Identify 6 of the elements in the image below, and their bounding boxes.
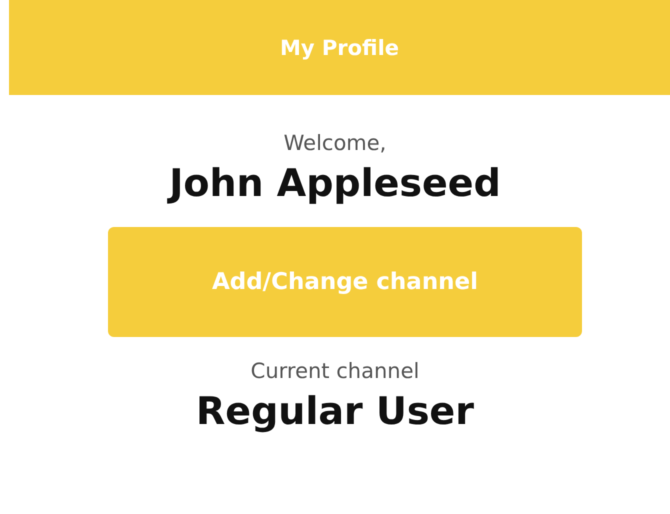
welcome-text: Welcome, bbox=[284, 131, 386, 155]
header-title: My Profile bbox=[280, 36, 400, 60]
user-name: John Appleseed bbox=[169, 161, 501, 205]
channel-name: Regular User bbox=[196, 389, 474, 433]
channel-label: Current channel bbox=[250, 359, 420, 383]
change-channel-button[interactable]: Add/Change channel bbox=[108, 227, 582, 337]
